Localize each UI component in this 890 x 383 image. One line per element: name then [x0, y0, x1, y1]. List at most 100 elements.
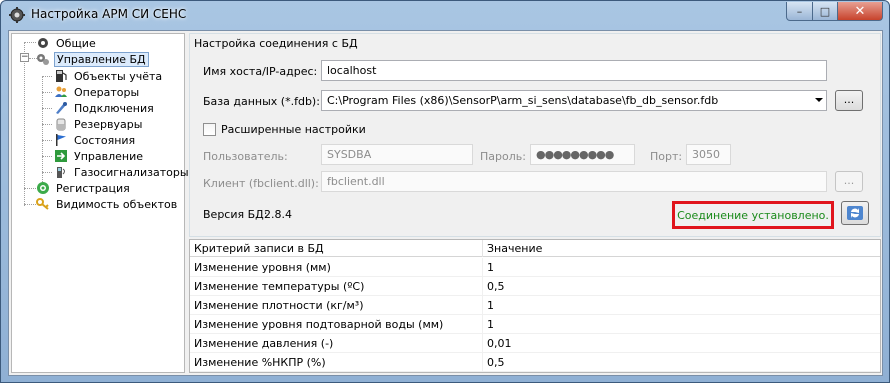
password-field[interactable]: ●●●●●●●●● — [530, 144, 635, 165]
gear-app-icon — [9, 7, 25, 23]
connection-status-text: Соединение установлено. — [677, 208, 829, 222]
value-cell[interactable]: 1 — [483, 296, 683, 315]
db-version-value: 2.8.4 — [264, 208, 292, 221]
tree-item-label: Объекты учёта — [74, 69, 163, 83]
chevron-down-icon — [815, 98, 823, 102]
flag-icon — [56, 134, 66, 146]
criterion-cell: Изменение температуры (ºС) — [190, 277, 483, 296]
browse-database-button[interactable]: ... — [835, 90, 863, 111]
tree-line — [42, 76, 52, 77]
table-row[interactable]: Изменение уровня подтоварной воды (мм) 1 — [190, 315, 880, 334]
group-title: Настройка соединения с БД — [194, 37, 358, 50]
tree-item-label: Управление — [74, 149, 144, 163]
refresh-button[interactable] — [841, 201, 869, 225]
refresh-icon — [847, 206, 863, 220]
table-header: Критерий записи в БД Значение — [190, 240, 880, 257]
plug-icon — [56, 102, 67, 114]
port-label: Порт: — [650, 150, 683, 163]
tree-item-label: Регистрация — [56, 181, 130, 195]
password-label: Пароль: — [480, 150, 526, 163]
criteria-table[interactable]: Критерий записи в БД Значение Изменение … — [189, 239, 881, 373]
tree-item-label: Видимость объектов — [56, 197, 178, 211]
column-header-value[interactable]: Значение — [483, 240, 880, 257]
minimize-button[interactable]: – — [786, 2, 813, 21]
gear-icon — [38, 38, 48, 48]
tank-icon — [56, 118, 66, 131]
port-field[interactable]: 3050 — [686, 144, 731, 165]
app-window: Настройка АРМ СИ СЕНС – □ ✕ Общие − Упра… — [0, 0, 890, 383]
criterion-cell: Изменение давления (-) — [190, 334, 483, 353]
tree-line — [42, 140, 52, 141]
value-cell[interactable]: 1 — [483, 258, 683, 277]
database-label: База данных (*.fdb): — [203, 95, 320, 108]
tree-item-label: Резервуары — [74, 117, 143, 131]
criterion-cell: Изменение плотности (кг/м³) — [190, 296, 483, 315]
host-label: Имя хоста/IP-адрес: — [203, 65, 318, 78]
tree-item-general[interactable]: Общие — [36, 35, 98, 51]
tree-line — [42, 172, 52, 173]
client-library-label: Клиент (fbclient.dll): — [203, 177, 319, 190]
column-header-criterion[interactable]: Критерий записи в БД — [190, 240, 483, 257]
collapse-icon[interactable]: − — [20, 53, 29, 62]
tree-item-db-management[interactable]: Управление БД — [36, 51, 149, 67]
tree-line — [42, 92, 52, 93]
value-cell[interactable]: 1 — [483, 315, 683, 334]
tree-line — [42, 108, 52, 109]
tree-item-label: Подключения — [74, 101, 154, 115]
database-select[interactable]: C:\Program Files (x86)\SensorP\arm_si_se… — [321, 90, 827, 111]
tree-item-object-visibility[interactable]: Видимость объектов — [36, 196, 179, 212]
tree-item-label: Управление БД — [54, 51, 149, 67]
gas-sensor-icon — [57, 167, 65, 178]
close-button[interactable]: ✕ — [837, 2, 883, 21]
tree-item-accounting-objects[interactable]: Объекты учёта — [54, 68, 164, 84]
title-bar[interactable]: Настройка АРМ СИ СЕНС – □ ✕ — [1, 1, 889, 29]
table-row[interactable]: Изменение давления (-) 0,01 — [190, 334, 880, 353]
window-title: Настройка АРМ СИ СЕНС — [31, 7, 187, 21]
table-row[interactable]: Изменение температуры (ºС) 0,5 — [190, 277, 880, 296]
tree-item-control[interactable]: Управление — [54, 148, 145, 164]
advanced-settings-label: Расширенные настройки — [221, 123, 366, 136]
tree-item-registration[interactable]: Регистрация — [36, 180, 132, 196]
tree-item-states[interactable]: Состояния — [54, 132, 137, 148]
tree-line — [24, 188, 36, 189]
value-cell[interactable]: 0,5 — [483, 277, 683, 296]
tree-line — [42, 156, 52, 157]
tree-line — [24, 42, 36, 43]
connection-group: Настройка соединения с БД Имя хоста/IP-а… — [189, 33, 881, 237]
tree-line — [42, 124, 52, 125]
connection-status: Соединение установлено. — [672, 201, 834, 229]
tree-item-label: Операторы — [74, 85, 140, 99]
tree-item-operators[interactable]: Операторы — [54, 84, 141, 100]
maximize-button[interactable]: □ — [812, 2, 838, 21]
client-area: Общие − Управление БД Объекты учёта Опер… — [8, 30, 883, 376]
tree-item-connections[interactable]: Подключения — [54, 100, 156, 116]
tree-line — [24, 42, 25, 206]
value-cell[interactable]: 0,5 — [483, 353, 683, 372]
user-label: Пользователь: — [203, 150, 288, 163]
tree-line — [24, 204, 36, 205]
value-cell[interactable]: 0,01 — [483, 334, 683, 353]
registration-icon — [37, 182, 49, 194]
table-row[interactable]: Изменение плотности (кг/м³) 1 — [190, 296, 880, 315]
control-arrow-icon — [55, 150, 67, 162]
tree-item-label: Состояния — [74, 133, 136, 147]
tree-item-label: Общие — [56, 36, 96, 50]
db-settings-panel: Настройка соединения с БД Имя хоста/IP-а… — [189, 33, 881, 373]
client-library-field[interactable]: fbclient.dll — [321, 171, 827, 192]
tree-item-tanks[interactable]: Резервуары — [54, 116, 144, 132]
tree-item-gas-detectors[interactable]: Газосигнализаторы — [54, 164, 191, 180]
host-field[interactable]: localhost — [321, 60, 827, 81]
key-icon — [36, 198, 49, 210]
user-field[interactable]: SYSDBA — [321, 144, 473, 165]
db-version-label: Версия БД: — [203, 208, 268, 221]
criterion-cell: Изменение уровня подтоварной воды (мм) — [190, 315, 483, 334]
tree-item-label: Газосигнализаторы — [74, 165, 189, 179]
gears-icon — [37, 54, 49, 65]
database-path: C:\Program Files (x86)\SensorP\arm_si_se… — [327, 94, 719, 107]
table-row[interactable]: Изменение %НКПР (%) 0,5 — [190, 353, 880, 372]
browse-client-button[interactable]: ... — [835, 171, 863, 192]
settings-tree[interactable]: Общие − Управление БД Объекты учёта Опер… — [11, 33, 189, 373]
table-row[interactable]: Изменение уровня (мм) 1 — [190, 258, 880, 277]
criterion-cell: Изменение уровня (мм) — [190, 258, 483, 277]
advanced-settings-checkbox[interactable] — [203, 123, 216, 136]
